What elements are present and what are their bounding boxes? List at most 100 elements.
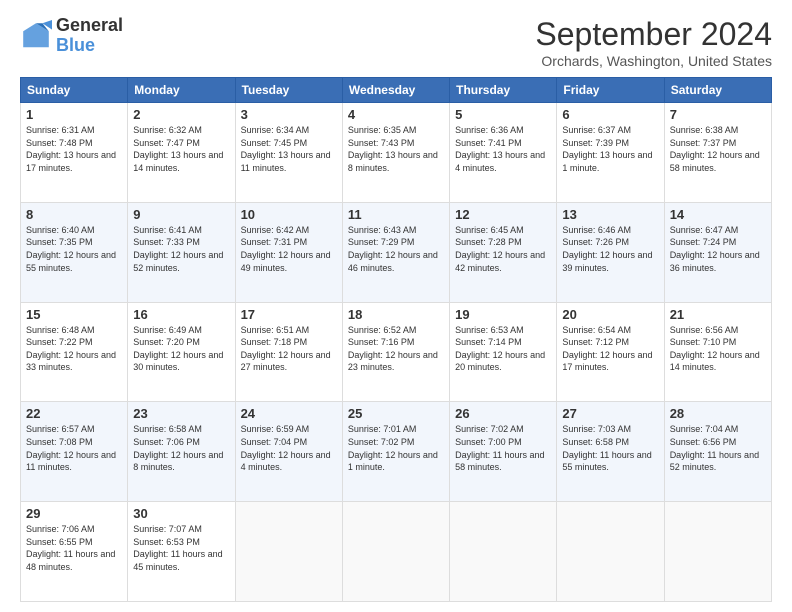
- calendar-cell: 25 Sunrise: 7:01 AMSunset: 7:02 PMDayligh…: [342, 402, 449, 502]
- calendar-cell: 2Sunrise: 6:32 AMSunset: 7:47 PMDaylight…: [128, 103, 235, 203]
- title-block: September 2024 Orchards, Washington, Uni…: [535, 16, 772, 69]
- calendar-row-4: 29 Sunrise: 7:06 AMSunset: 6:55 PMDayligh…: [21, 502, 772, 602]
- weekday-header-wednesday: Wednesday: [342, 78, 449, 103]
- day-info: Sunrise: 7:02 AMSunset: 7:00 PMDaylight:…: [455, 423, 551, 473]
- weekday-header-saturday: Saturday: [664, 78, 771, 103]
- day-info: Sunrise: 6:53 AMSunset: 7:14 PMDaylight:…: [455, 324, 551, 374]
- calendar-cell: [664, 502, 771, 602]
- day-info: Sunrise: 6:58 AMSunset: 7:06 PMDaylight:…: [133, 423, 229, 473]
- day-number: 22: [26, 406, 122, 421]
- day-info: Sunrise: 6:49 AMSunset: 7:20 PMDaylight:…: [133, 324, 229, 374]
- day-number: 7: [670, 107, 766, 122]
- weekday-header-row: SundayMondayTuesdayWednesdayThursdayFrid…: [21, 78, 772, 103]
- calendar-table: SundayMondayTuesdayWednesdayThursdayFrid…: [20, 77, 772, 602]
- calendar-cell: 4 Sunrise: 6:35 AMSunset: 7:43 PMDaylight…: [342, 103, 449, 203]
- day-number: 30: [133, 506, 229, 521]
- day-info: Sunrise: 6:46 AMSunset: 7:26 PMDaylight:…: [562, 224, 658, 274]
- calendar-cell: 22 Sunrise: 6:57 AMSunset: 7:08 PMDayligh…: [21, 402, 128, 502]
- day-number: 19: [455, 307, 551, 322]
- day-number: 10: [241, 207, 337, 222]
- logo: General Blue: [20, 16, 123, 56]
- day-info: Sunrise: 6:35 AMSunset: 7:43 PMDaylight:…: [348, 124, 444, 174]
- calendar-cell: 10 Sunrise: 6:42 AMSunset: 7:31 PMDayligh…: [235, 202, 342, 302]
- calendar-cell: 13 Sunrise: 6:46 AMSunset: 7:26 PMDayligh…: [557, 202, 664, 302]
- calendar-cell: 21 Sunrise: 6:56 AMSunset: 7:10 PMDayligh…: [664, 302, 771, 402]
- day-number: 1: [26, 107, 122, 122]
- calendar-row-1: 8 Sunrise: 6:40 AMSunset: 7:35 PMDaylight…: [21, 202, 772, 302]
- day-number: 11: [348, 207, 444, 222]
- day-number: 23: [133, 406, 229, 421]
- day-info: Sunrise: 6:31 AMSunset: 7:48 PMDaylight:…: [26, 124, 122, 174]
- calendar-cell: 28 Sunrise: 7:04 AMSunset: 6:56 PMDayligh…: [664, 402, 771, 502]
- day-info: Sunrise: 7:06 AMSunset: 6:55 PMDaylight:…: [26, 523, 122, 573]
- day-info: Sunrise: 6:34 AMSunset: 7:45 PMDaylight:…: [241, 124, 337, 174]
- day-number: 28: [670, 406, 766, 421]
- day-info: Sunrise: 6:48 AMSunset: 7:22 PMDaylight:…: [26, 324, 122, 374]
- day-number: 21: [670, 307, 766, 322]
- logo-icon: [20, 20, 52, 52]
- weekday-header-tuesday: Tuesday: [235, 78, 342, 103]
- weekday-header-friday: Friday: [557, 78, 664, 103]
- day-info: Sunrise: 6:59 AMSunset: 7:04 PMDaylight:…: [241, 423, 337, 473]
- weekday-header-thursday: Thursday: [450, 78, 557, 103]
- calendar-cell: 8 Sunrise: 6:40 AMSunset: 7:35 PMDaylight…: [21, 202, 128, 302]
- day-number: 3: [241, 107, 337, 122]
- calendar-cell: 20Sunrise: 6:54 AMSunset: 7:12 PMDayligh…: [557, 302, 664, 402]
- calendar-cell: 16 Sunrise: 6:49 AMSunset: 7:20 PMDayligh…: [128, 302, 235, 402]
- day-number: 9: [133, 207, 229, 222]
- day-number: 27: [562, 406, 658, 421]
- day-number: 15: [26, 307, 122, 322]
- day-number: 4: [348, 107, 444, 122]
- day-number: 8: [26, 207, 122, 222]
- day-number: 12: [455, 207, 551, 222]
- day-number: 6: [562, 107, 658, 122]
- calendar-cell: 27Sunrise: 7:03 AMSunset: 6:58 PMDayligh…: [557, 402, 664, 502]
- calendar-cell: 17Sunrise: 6:51 AMSunset: 7:18 PMDayligh…: [235, 302, 342, 402]
- day-info: Sunrise: 7:04 AMSunset: 6:56 PMDaylight:…: [670, 423, 766, 473]
- calendar-row-2: 15 Sunrise: 6:48 AMSunset: 7:22 PMDayligh…: [21, 302, 772, 402]
- logo-line1: General: [56, 16, 123, 36]
- day-info: Sunrise: 6:41 AMSunset: 7:33 PMDaylight:…: [133, 224, 229, 274]
- calendar-cell: 29 Sunrise: 7:06 AMSunset: 6:55 PMDayligh…: [21, 502, 128, 602]
- calendar-cell: [450, 502, 557, 602]
- day-number: 2: [133, 107, 229, 122]
- day-number: 5: [455, 107, 551, 122]
- day-number: 18: [348, 307, 444, 322]
- logo-text: General Blue: [56, 16, 123, 56]
- day-info: Sunrise: 6:47 AMSunset: 7:24 PMDaylight:…: [670, 224, 766, 274]
- calendar-cell: [342, 502, 449, 602]
- day-info: Sunrise: 6:45 AMSunset: 7:28 PMDaylight:…: [455, 224, 551, 274]
- day-number: 29: [26, 506, 122, 521]
- day-number: 17: [241, 307, 337, 322]
- day-info: Sunrise: 6:56 AMSunset: 7:10 PMDaylight:…: [670, 324, 766, 374]
- day-number: 26: [455, 406, 551, 421]
- page: General Blue September 2024 Orchards, Wa…: [0, 0, 792, 612]
- day-info: Sunrise: 6:57 AMSunset: 7:08 PMDaylight:…: [26, 423, 122, 473]
- calendar-cell: 18Sunrise: 6:52 AMSunset: 7:16 PMDayligh…: [342, 302, 449, 402]
- day-info: Sunrise: 7:07 AMSunset: 6:53 PMDaylight:…: [133, 523, 229, 573]
- calendar-cell: 6 Sunrise: 6:37 AMSunset: 7:39 PMDaylight…: [557, 103, 664, 203]
- calendar-cell: [557, 502, 664, 602]
- day-number: 13: [562, 207, 658, 222]
- calendar-cell: 30 Sunrise: 7:07 AMSunset: 6:53 PMDayligh…: [128, 502, 235, 602]
- day-number: 25: [348, 406, 444, 421]
- month-title: September 2024: [535, 16, 772, 53]
- calendar-cell: 15 Sunrise: 6:48 AMSunset: 7:22 PMDayligh…: [21, 302, 128, 402]
- day-info: Sunrise: 6:37 AMSunset: 7:39 PMDaylight:…: [562, 124, 658, 174]
- day-info: Sunrise: 6:43 AMSunset: 7:29 PMDaylight:…: [348, 224, 444, 274]
- calendar-cell: 1 Sunrise: 6:31 AMSunset: 7:48 PMDaylight…: [21, 103, 128, 203]
- header: General Blue September 2024 Orchards, Wa…: [20, 16, 772, 69]
- calendar-cell: 26 Sunrise: 7:02 AMSunset: 7:00 PMDayligh…: [450, 402, 557, 502]
- calendar-cell: 23 Sunrise: 6:58 AMSunset: 7:06 PMDayligh…: [128, 402, 235, 502]
- calendar-cell: 5Sunrise: 6:36 AMSunset: 7:41 PMDaylight…: [450, 103, 557, 203]
- calendar-cell: 19 Sunrise: 6:53 AMSunset: 7:14 PMDayligh…: [450, 302, 557, 402]
- calendar-cell: 14 Sunrise: 6:47 AMSunset: 7:24 PMDayligh…: [664, 202, 771, 302]
- day-info: Sunrise: 6:40 AMSunset: 7:35 PMDaylight:…: [26, 224, 122, 274]
- day-number: 14: [670, 207, 766, 222]
- calendar-cell: 12 Sunrise: 6:45 AMSunset: 7:28 PMDayligh…: [450, 202, 557, 302]
- day-number: 16: [133, 307, 229, 322]
- calendar-cell: [235, 502, 342, 602]
- calendar-cell: 7Sunrise: 6:38 AMSunset: 7:37 PMDaylight…: [664, 103, 771, 203]
- day-info: Sunrise: 6:42 AMSunset: 7:31 PMDaylight:…: [241, 224, 337, 274]
- day-info: Sunrise: 7:01 AMSunset: 7:02 PMDaylight:…: [348, 423, 444, 473]
